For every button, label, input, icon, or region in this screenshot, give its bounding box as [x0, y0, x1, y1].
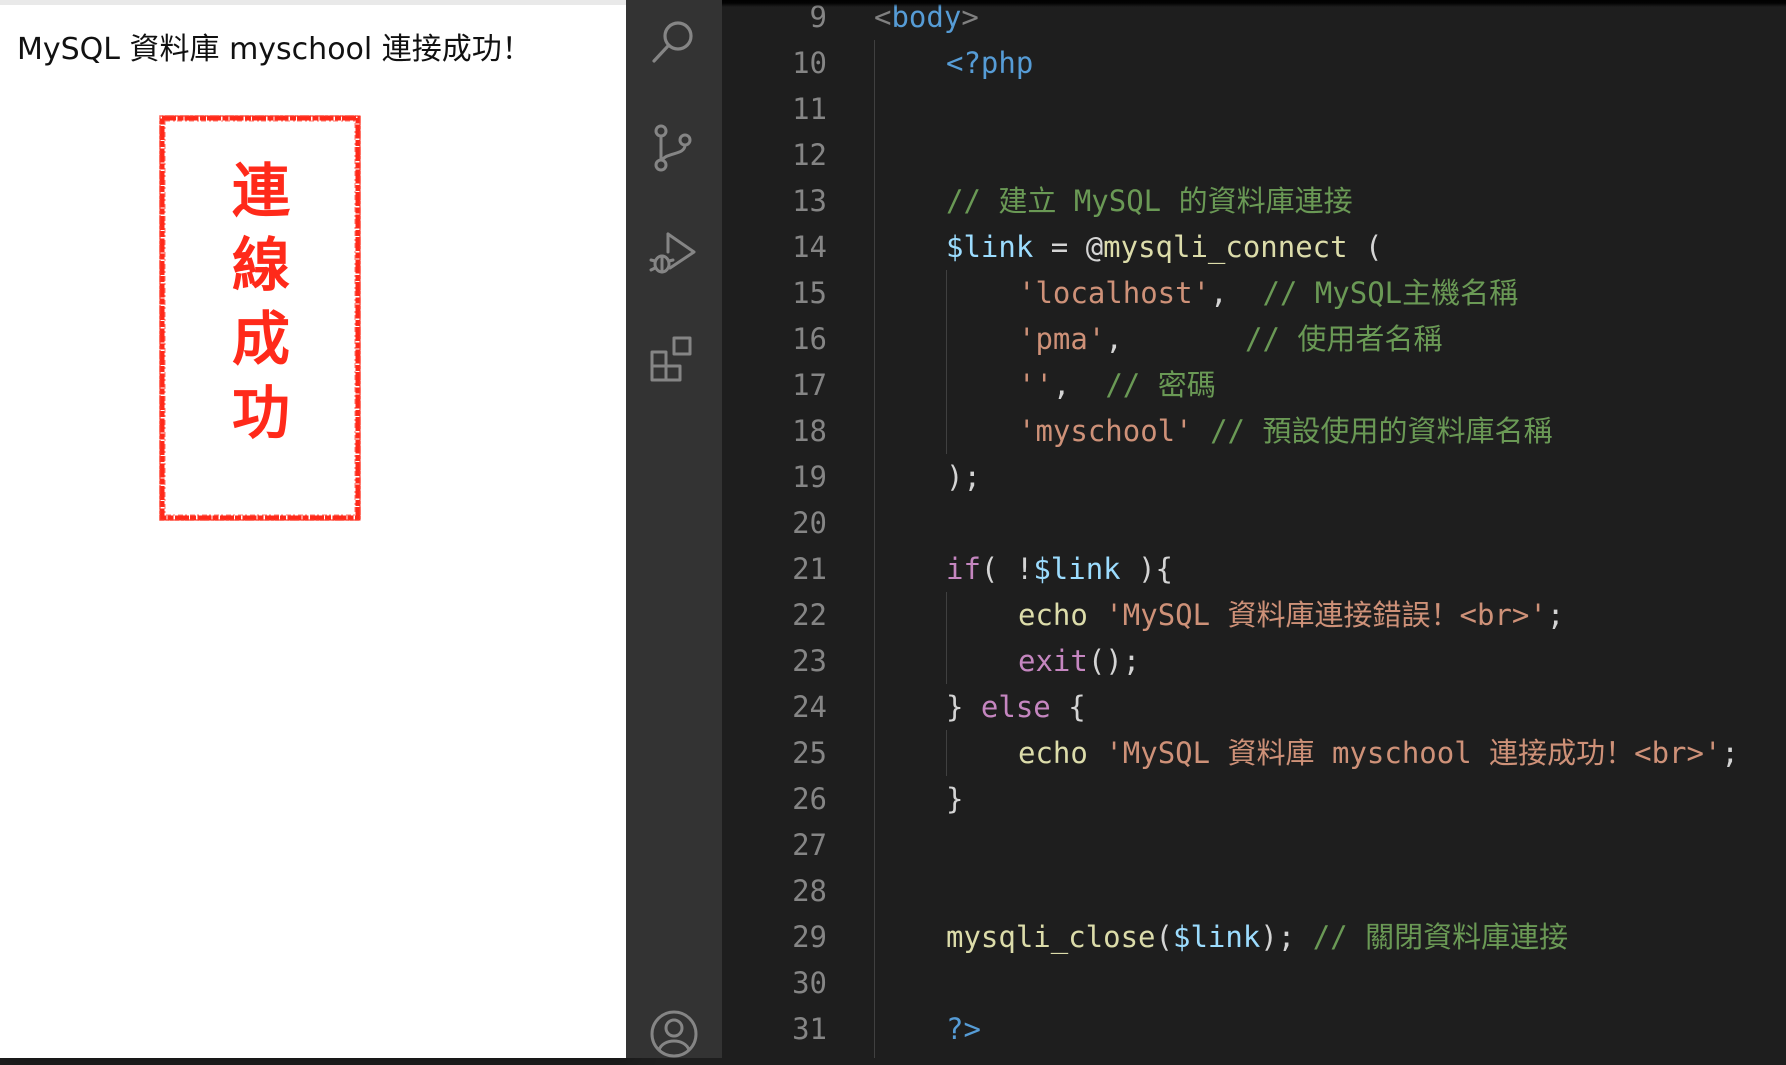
- line-number: 30: [792, 966, 827, 1000]
- line-number: 21: [792, 552, 827, 586]
- code-line: exit();: [1018, 638, 1140, 684]
- token-punctuation: (: [1155, 920, 1173, 954]
- token-punctuation: ();: [1087, 644, 1141, 678]
- line-number: 29: [792, 920, 827, 954]
- account-icon[interactable]: [648, 1008, 700, 1060]
- token-punctuation: ,: [1052, 368, 1106, 402]
- line-number: 20: [792, 506, 827, 540]
- token-punctuation: {: [1050, 690, 1086, 724]
- stamp-char: 線: [231, 231, 290, 299]
- indent-guide: [946, 270, 947, 454]
- token-function: echo: [1018, 598, 1088, 632]
- code-line: if( !$link ){: [946, 546, 1173, 592]
- line-number: 11: [792, 92, 827, 126]
- line-number: 22: [792, 598, 827, 632]
- token-string: 'localhost': [1018, 276, 1211, 310]
- token-keyword: exit: [1018, 644, 1088, 678]
- activity-bar: [626, 0, 722, 1058]
- search-icon[interactable]: [648, 16, 700, 68]
- line-number: 15: [792, 276, 827, 310]
- indent-guide: [946, 592, 947, 684]
- stamp-char: 連: [231, 157, 290, 225]
- line-number: 27: [792, 828, 827, 862]
- browser-pane: MySQL 資料庫 myschool 連接成功！ 連 線 成 功: [0, 0, 626, 1058]
- token-punctuation: ){: [1120, 552, 1174, 586]
- token-string: 'myschool': [1018, 414, 1193, 448]
- token-string: 'pma': [1018, 322, 1106, 356]
- indent-guide: [874, 40, 875, 1058]
- stamp-char: 功: [231, 379, 290, 447]
- extensions-icon[interactable]: [648, 332, 700, 384]
- line-number: 31: [792, 1012, 827, 1046]
- token-punctuation: ;: [1546, 598, 1565, 632]
- code-line: );: [946, 460, 981, 494]
- token-comment: // MySQL主機名稱: [1262, 276, 1519, 310]
- token-variable: $link: [946, 230, 1034, 264]
- code-line: ?>: [946, 1012, 981, 1046]
- token-operator: = @: [1033, 230, 1104, 264]
- code-line: }: [946, 782, 964, 816]
- token-variable: $link: [1033, 552, 1121, 586]
- code-line: 'pma', // 使用者名稱: [1018, 316, 1442, 362]
- line-number: 23: [792, 644, 827, 678]
- token-variable: $link: [1172, 920, 1261, 954]
- code-line: 'localhost', // MySQL主機名稱: [1018, 270, 1518, 316]
- token-function: echo: [1018, 736, 1088, 770]
- token-punctuation: ,: [1210, 276, 1263, 310]
- code-editor[interactable]: 9 10 11 12 13 14 15 16 17 18 19 20 21 22…: [722, 0, 1786, 1058]
- token-string: 'MySQL 資料庫連接錯誤！<br>': [1105, 598, 1547, 632]
- token-function: mysqli_connect: [1103, 230, 1348, 264]
- token-punctuation: (: [1347, 230, 1383, 264]
- code-line: 'myschool' // 預設使用的資料庫名稱: [1018, 408, 1552, 454]
- browser-top-border: [0, 0, 626, 5]
- code-line: echo 'MySQL 資料庫連接錯誤！<br>';: [1018, 592, 1564, 638]
- token-comment: // 關閉資料庫連接: [1312, 920, 1569, 954]
- code-line: '', // 密碼: [1018, 362, 1216, 408]
- code-line: } else {: [946, 684, 1086, 730]
- code-line: // 建立 MySQL 的資料庫連接: [946, 184, 1353, 218]
- code-line: mysqli_close($link); // 關閉資料庫連接: [946, 914, 1568, 960]
- line-number: 13: [792, 184, 827, 218]
- line-number: 14: [792, 230, 827, 264]
- line-number: 12: [792, 138, 827, 172]
- token-function: mysqli_close: [946, 920, 1156, 954]
- token-keyword: if: [946, 552, 981, 586]
- token-comment: // 預設使用的資料庫名稱: [1210, 414, 1553, 448]
- token-punctuation: ,: [1105, 322, 1245, 356]
- token-punctuation: }: [946, 690, 981, 724]
- token-comment: // 密碼: [1105, 368, 1216, 402]
- token-comment: // 使用者名稱: [1245, 322, 1443, 356]
- indent-guide: [946, 730, 947, 776]
- token-string: '': [1018, 368, 1053, 402]
- php-output-text: MySQL 資料庫 myschool 連接成功！: [17, 32, 532, 67]
- run-debug-icon[interactable]: [648, 226, 700, 278]
- token-punctuation: );: [1260, 920, 1313, 954]
- line-number: 19: [792, 460, 827, 494]
- line-number: 18: [792, 414, 827, 448]
- line-number: 16: [792, 322, 827, 356]
- token-punctuation: ;: [1721, 736, 1739, 770]
- line-number: 10: [792, 46, 827, 80]
- line-number: 17: [792, 368, 827, 402]
- code-line: echo 'MySQL 資料庫 myschool 連接成功！<br>';: [1018, 730, 1739, 776]
- editor-top-shadow: [722, 0, 1786, 7]
- token-punctuation: ( !: [980, 552, 1034, 586]
- success-stamp: 連 線 成 功: [158, 114, 364, 524]
- stamp-text: 連 線 成 功: [158, 154, 364, 450]
- line-number: 28: [792, 874, 827, 908]
- line-number: 25: [792, 736, 827, 770]
- line-number: 24: [792, 690, 827, 724]
- stamp-char: 成: [231, 305, 290, 373]
- code-line: <?php: [946, 46, 1034, 80]
- code-line: $link = @mysqli_connect (: [946, 224, 1383, 270]
- token-keyword: else: [980, 690, 1051, 724]
- source-control-icon[interactable]: [648, 122, 700, 174]
- line-number: 26: [792, 782, 827, 816]
- token-string: 'MySQL 資料庫 myschool 連接成功！<br>': [1105, 736, 1722, 770]
